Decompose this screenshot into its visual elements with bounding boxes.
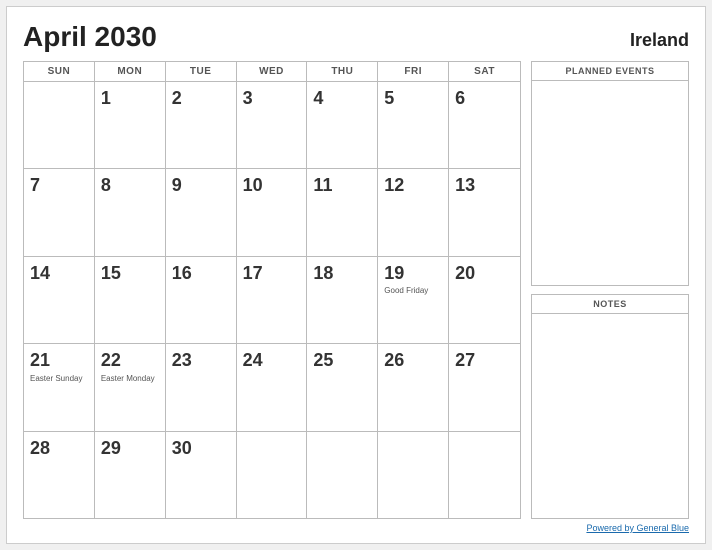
calendar-cell: 21 Easter Sunday: [24, 344, 95, 430]
day-number: 16: [172, 263, 230, 285]
calendar-cell: 1: [95, 82, 166, 168]
day-of-week-header: SAT: [449, 62, 520, 81]
calendar-cell: [307, 432, 378, 518]
day-number: 18: [313, 263, 371, 285]
day-number: 11: [313, 175, 371, 197]
day-number: 17: [243, 263, 301, 285]
calendar-week-row: 14 15 16 17 18 19Good Friday 20: [24, 257, 520, 344]
day-number: 5: [384, 88, 442, 110]
powered-by-link[interactable]: Powered by General Blue: [586, 523, 689, 533]
day-of-week-header: SUN: [24, 62, 95, 81]
calendar-cell: 12: [378, 169, 449, 255]
day-of-week-header: THU: [307, 62, 378, 81]
calendar-page: April 2030 Ireland SUNMONTUEWEDTHUFRISAT…: [6, 6, 706, 544]
calendar-cell: 9: [166, 169, 237, 255]
event-label: Good Friday: [384, 286, 442, 296]
notes-title: NOTES: [532, 295, 688, 314]
day-of-week-header: FRI: [378, 62, 449, 81]
day-number: 26: [384, 350, 442, 372]
calendar-cell: 2: [166, 82, 237, 168]
calendar-cell: 11: [307, 169, 378, 255]
page-header: April 2030 Ireland: [23, 21, 689, 53]
calendar-cell: 19Good Friday: [378, 257, 449, 343]
day-number: 2: [172, 88, 230, 110]
day-number: 28: [30, 438, 88, 460]
day-of-week-header: MON: [95, 62, 166, 81]
calendar-cell: [449, 432, 520, 518]
calendar-cell: 30: [166, 432, 237, 518]
day-number: 27: [455, 350, 514, 372]
calendar-cell: 4: [307, 82, 378, 168]
day-number: 21: [30, 350, 88, 372]
calendar-week-row: 21 Easter Sunday 22 Easter Monday 23 24 25 26 27: [24, 344, 520, 431]
calendar-header-row: SUNMONTUEWEDTHUFRISAT: [24, 62, 520, 82]
day-number: 8: [101, 175, 159, 197]
day-number: 19: [384, 263, 442, 285]
day-number: 12: [384, 175, 442, 197]
footer: Powered by General Blue: [23, 523, 689, 533]
calendar-cell: 5: [378, 82, 449, 168]
calendar-cell: [24, 82, 95, 168]
day-number: 25: [313, 350, 371, 372]
calendar-cell: 17: [237, 257, 308, 343]
calendar-week-row: 28 29 30: [24, 432, 520, 518]
calendar-cell: 16: [166, 257, 237, 343]
event-label: Easter Sunday: [30, 374, 88, 384]
day-of-week-header: WED: [237, 62, 308, 81]
day-number: 6: [455, 88, 514, 110]
calendar-cell: 23: [166, 344, 237, 430]
day-number: 14: [30, 263, 88, 285]
sidebar: PLANNED EVENTS NOTES: [531, 61, 689, 519]
calendar-cell: 26: [378, 344, 449, 430]
calendar-grid: SUNMONTUEWEDTHUFRISAT 123456789101112131…: [23, 61, 521, 519]
planned-events-title: PLANNED EVENTS: [532, 62, 688, 81]
day-number: 9: [172, 175, 230, 197]
day-number: 15: [101, 263, 159, 285]
calendar-body: 12345678910111213141516171819Good Friday…: [24, 82, 520, 518]
calendar-cell: 13: [449, 169, 520, 255]
day-number: 30: [172, 438, 230, 460]
day-number: 22: [101, 350, 159, 372]
day-number: 20: [455, 263, 514, 285]
day-number: 13: [455, 175, 514, 197]
day-number: 24: [243, 350, 301, 372]
calendar-cell: 25: [307, 344, 378, 430]
calendar-cell: 3: [237, 82, 308, 168]
calendar-cell: 27: [449, 344, 520, 430]
calendar-cell: 20: [449, 257, 520, 343]
calendar-cell: 10: [237, 169, 308, 255]
calendar-cell: 14: [24, 257, 95, 343]
planned-events-box: PLANNED EVENTS: [531, 61, 689, 286]
calendar-cell: 6: [449, 82, 520, 168]
day-number: 7: [30, 175, 88, 197]
calendar-week-row: 123456: [24, 82, 520, 169]
day-number: 29: [101, 438, 159, 460]
day-number: 10: [243, 175, 301, 197]
calendar-cell: 8: [95, 169, 166, 255]
page-title: April 2030: [23, 21, 157, 53]
day-number: 3: [243, 88, 301, 110]
calendar-cell: 15: [95, 257, 166, 343]
calendar-cell: [378, 432, 449, 518]
country-label: Ireland: [630, 30, 689, 51]
calendar-cell: 28: [24, 432, 95, 518]
day-of-week-header: TUE: [166, 62, 237, 81]
calendar-cell: 24: [237, 344, 308, 430]
event-label: Easter Monday: [101, 374, 159, 384]
notes-content: [532, 314, 688, 518]
planned-events-content: [532, 81, 688, 285]
day-number: 1: [101, 88, 159, 110]
notes-box: NOTES: [531, 294, 689, 519]
main-content: SUNMONTUEWEDTHUFRISAT 123456789101112131…: [23, 61, 689, 519]
calendar-cell: 7: [24, 169, 95, 255]
calendar-cell: 29: [95, 432, 166, 518]
calendar-cell: 22 Easter Monday: [95, 344, 166, 430]
calendar-cell: [237, 432, 308, 518]
day-number: 4: [313, 88, 371, 110]
calendar-week-row: 789 10 11 12 13: [24, 169, 520, 256]
day-number: 23: [172, 350, 230, 372]
calendar-cell: 18: [307, 257, 378, 343]
